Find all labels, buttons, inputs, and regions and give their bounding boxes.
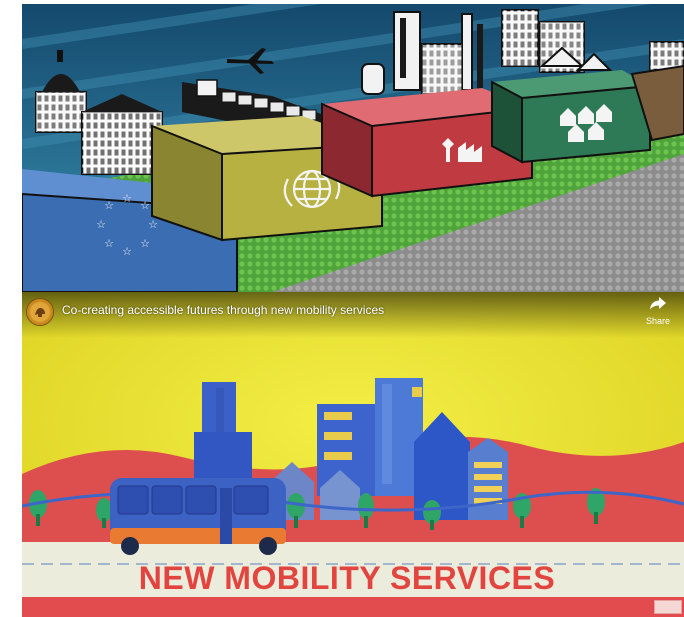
headline-text: NEW MOBILITY SERVICES: [138, 560, 556, 596]
corner-logo: [654, 600, 682, 614]
svg-text:☆: ☆: [104, 237, 114, 250]
svg-text:☆: ☆: [148, 218, 158, 231]
svg-text:☆: ☆: [96, 218, 106, 231]
economy-sectors-scene: ☆ ☆ ☆ ☆ ☆ ☆ ☆ ☆: [22, 4, 684, 292]
video-player[interactable]: Co-creating accessible futures through n…: [22, 292, 684, 617]
channel-emblem: [30, 302, 50, 322]
video-title-link[interactable]: Co-creating accessible futures through n…: [62, 303, 384, 317]
channel-logo-icon[interactable]: [26, 298, 54, 326]
svg-text:☆: ☆: [140, 199, 150, 212]
bus: [110, 478, 286, 555]
svg-text:☆: ☆: [140, 237, 150, 250]
svg-text:☆: ☆: [122, 192, 132, 205]
share-button[interactable]: Share: [642, 297, 674, 326]
bottom-red-band: [22, 597, 684, 617]
housing-sector-block: [491, 70, 651, 164]
share-arrow-icon: [650, 297, 666, 310]
economy-sectors-illustration: ☆ ☆ ☆ ☆ ☆ ☆ ☆ ☆: [22, 4, 684, 292]
svg-text:☆: ☆: [104, 199, 114, 212]
share-label: Share: [645, 316, 671, 326]
screenshot-stage: ☆ ☆ ☆ ☆ ☆ ☆ ☆ ☆ Co-creating accessible f…: [0, 0, 684, 617]
svg-text:☆: ☆: [122, 245, 132, 258]
